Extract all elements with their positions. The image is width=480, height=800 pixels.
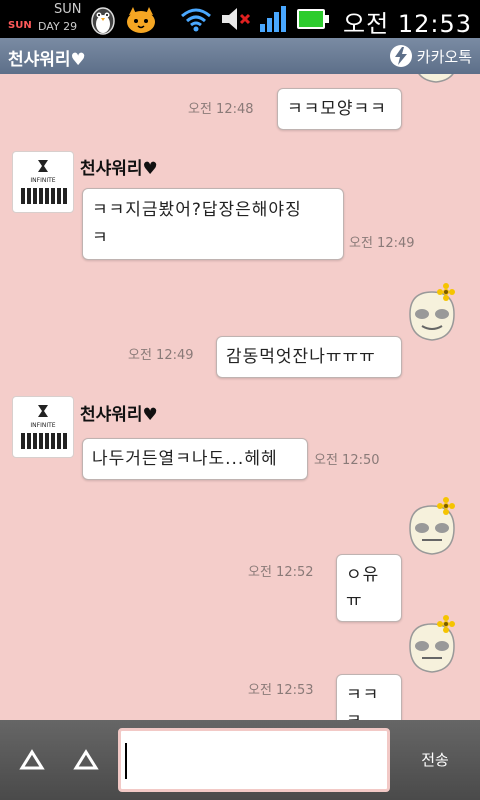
my-avatar-icon bbox=[409, 615, 455, 673]
cat-icon bbox=[127, 7, 155, 33]
chat-title-bar: 천샤워리♥ 카카오톡 bbox=[0, 38, 480, 74]
attach-button-icon[interactable] bbox=[70, 744, 102, 776]
message-time: 오전 12:53 bbox=[248, 683, 314, 698]
profile-logo-text: INFINITE bbox=[30, 177, 55, 184]
message-text: 나두거든열ㅋ나도...헤헤 bbox=[92, 449, 278, 469]
message-time: 오전 12:50 bbox=[314, 453, 380, 468]
sender-name: 천샤워리♥ bbox=[80, 159, 158, 179]
kakao-talk-label: 카카오톡 bbox=[416, 47, 472, 66]
send-button[interactable]: 전송 bbox=[402, 744, 468, 776]
my-message-bubble[interactable]: 감동먹엇잔나ㅠㅠㅠ bbox=[216, 336, 402, 378]
emoticon-button-icon[interactable] bbox=[16, 744, 48, 776]
date-widget-weekday-small: SUN bbox=[8, 20, 32, 31]
my-message-bubble[interactable]: ㅋㅋㅋ bbox=[336, 674, 402, 720]
message-text-line-2: ㅋ bbox=[92, 228, 109, 248]
message-input[interactable] bbox=[118, 728, 390, 792]
message-composer-bar: 전송 bbox=[0, 720, 480, 800]
penguin-icon bbox=[91, 7, 115, 35]
wifi-icon bbox=[181, 8, 211, 32]
mute-icon bbox=[222, 8, 251, 30]
message-text: ㅋㅋ모양ㅋㅋ bbox=[287, 99, 387, 119]
chat-title: 천샤워리♥ bbox=[8, 50, 86, 70]
date-widget: SUN SUN DAY 29 bbox=[2, 2, 82, 36]
received-message-bubble[interactable]: 나두거든열ㅋ나도...헤헤 bbox=[82, 438, 308, 480]
message-time: 오전 12:48 bbox=[188, 102, 254, 117]
sender-profile-picture[interactable]: INFINITE bbox=[12, 396, 74, 458]
kakao-talk-button[interactable]: 카카오톡 bbox=[389, 44, 472, 68]
infinite-logo-icon: INFINITE bbox=[21, 160, 67, 204]
my-avatar-icon bbox=[409, 283, 455, 341]
sender-name: 천샤워리♥ bbox=[80, 405, 158, 425]
message-time: 오전 12:52 bbox=[248, 565, 314, 580]
my-message-bubble[interactable]: ㅇ유ㅠ bbox=[336, 554, 402, 622]
text-cursor bbox=[125, 743, 127, 779]
status-bar: SUN SUN DAY 29 오전 12:53 bbox=[0, 0, 480, 38]
message-text: 감동먹엇잔나ㅠㅠㅠ bbox=[226, 347, 376, 367]
date-widget-day: DAY 29 bbox=[38, 20, 78, 33]
kakao-lightning-icon bbox=[389, 45, 412, 67]
my-avatar-icon bbox=[418, 74, 454, 83]
message-text-line-1: ㅋㅋ지금봤어?답장은해야징 bbox=[92, 200, 302, 220]
message-time: 오전 12:49 bbox=[349, 236, 415, 251]
signal-icon bbox=[260, 6, 286, 32]
infinite-logo-icon: INFINITE bbox=[21, 405, 67, 449]
date-widget-weekday: SUN bbox=[54, 2, 82, 17]
message-text: ㅇ유ㅠ bbox=[346, 565, 380, 611]
received-message-bubble[interactable]: ㅋㅋ지금봤어?답장은해야징 ㅋ bbox=[82, 188, 344, 260]
message-time: 오전 12:49 bbox=[128, 348, 194, 363]
chat-area[interactable]: 오전 12:48 ㅋㅋ모양ㅋㅋ INFINITE 천샤워리♥ ㅋㅋ지금봤어?답장… bbox=[0, 74, 480, 720]
battery-icon bbox=[297, 9, 329, 29]
sender-profile-picture[interactable]: INFINITE bbox=[12, 151, 74, 213]
my-avatar-icon bbox=[409, 497, 455, 555]
message-text: ㅋㅋㅋ bbox=[346, 685, 380, 720]
status-time: 오전 12:53 bbox=[343, 10, 472, 38]
profile-logo-text: INFINITE bbox=[30, 422, 55, 429]
my-message-bubble[interactable]: ㅋㅋ모양ㅋㅋ bbox=[277, 88, 402, 130]
